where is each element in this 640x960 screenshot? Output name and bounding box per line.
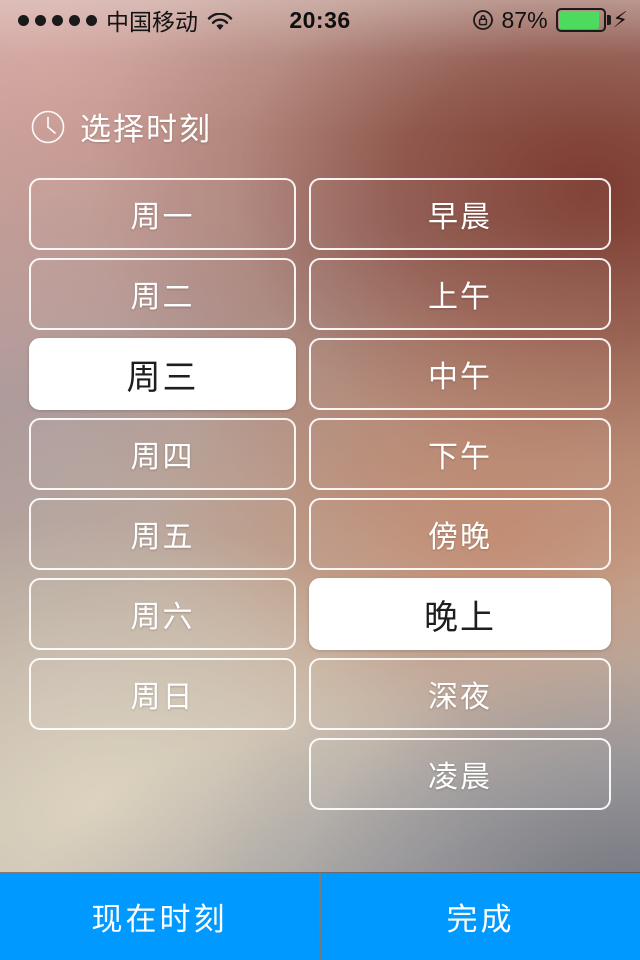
page-header: 选择时刻 xyxy=(30,104,212,149)
time-of-day-option-3[interactable]: 中午 xyxy=(309,338,611,410)
day-option-label: 周一 xyxy=(130,201,195,234)
day-option-3[interactable]: 周三 xyxy=(29,338,296,410)
clock-icon xyxy=(30,109,66,145)
time-of-day-option-label: 晚上 xyxy=(424,598,496,637)
time-of-day-option-4[interactable]: 下午 xyxy=(309,418,611,490)
day-option-label: 周三 xyxy=(126,358,199,397)
action-bar: 现在时刻 完成 xyxy=(0,872,640,960)
done-button[interactable]: 完成 xyxy=(321,873,640,960)
phone-screen: 中国移动 20:36 87% ⚡ 选择时刻 周一 周二 周三 周四 周五 周六 … xyxy=(0,0,640,960)
battery-percent-label: 87% xyxy=(501,6,548,33)
wifi-icon xyxy=(207,11,233,30)
time-of-day-option-7[interactable]: 深夜 xyxy=(309,658,611,730)
time-of-day-option-label: 深夜 xyxy=(428,681,492,714)
time-of-day-option-2[interactable]: 上午 xyxy=(309,258,611,330)
status-bar-left: 中国移动 xyxy=(0,3,250,37)
day-option-label: 周四 xyxy=(130,441,195,474)
time-of-day-option-label: 早晨 xyxy=(428,201,492,234)
day-option-7[interactable]: 周日 xyxy=(29,658,296,730)
time-of-day-option-label: 上午 xyxy=(428,281,492,314)
day-option-1[interactable]: 周一 xyxy=(29,178,296,250)
day-option-label: 周二 xyxy=(130,281,195,314)
day-option-label: 周日 xyxy=(130,681,195,714)
day-option-4[interactable]: 周四 xyxy=(29,418,296,490)
time-of-day-option-label: 凌晨 xyxy=(428,761,492,794)
time-of-day-option-6[interactable]: 晚上 xyxy=(309,578,611,650)
status-bar-clock: 20:36 xyxy=(289,6,351,33)
time-of-day-option-label: 中午 xyxy=(428,361,492,394)
now-button[interactable]: 现在时刻 xyxy=(0,873,319,960)
day-option-5[interactable]: 周五 xyxy=(29,498,296,570)
time-of-day-option-label: 下午 xyxy=(428,441,492,474)
charging-bolt-icon: ⚡ xyxy=(612,7,628,32)
rotation-lock-icon xyxy=(472,9,494,31)
day-option-6[interactable]: 周六 xyxy=(29,578,296,650)
page-title: 选择时刻 xyxy=(80,112,212,147)
time-of-day-option-1[interactable]: 早晨 xyxy=(309,178,611,250)
time-of-day-column: 早晨上午中午下午傍晚晚上深夜凌晨 xyxy=(309,178,611,818)
day-option-2[interactable]: 周二 xyxy=(29,258,296,330)
time-of-day-option-5[interactable]: 傍晚 xyxy=(309,498,611,570)
day-option-label: 周五 xyxy=(130,521,195,554)
carrier-label: 中国移动 xyxy=(106,9,198,35)
day-option-label: 周六 xyxy=(130,601,195,634)
time-of-day-option-label: 傍晚 xyxy=(428,521,492,554)
time-of-day-option-8[interactable]: 凌晨 xyxy=(309,738,611,810)
signal-strength-icon xyxy=(18,14,97,26)
battery-icon xyxy=(555,8,611,32)
status-bar: 中国移动 20:36 87% ⚡ xyxy=(0,0,640,40)
status-bar-right: 87% ⚡ xyxy=(390,7,640,34)
day-column: 周一周二周三周四周五周六周日 xyxy=(29,178,296,738)
